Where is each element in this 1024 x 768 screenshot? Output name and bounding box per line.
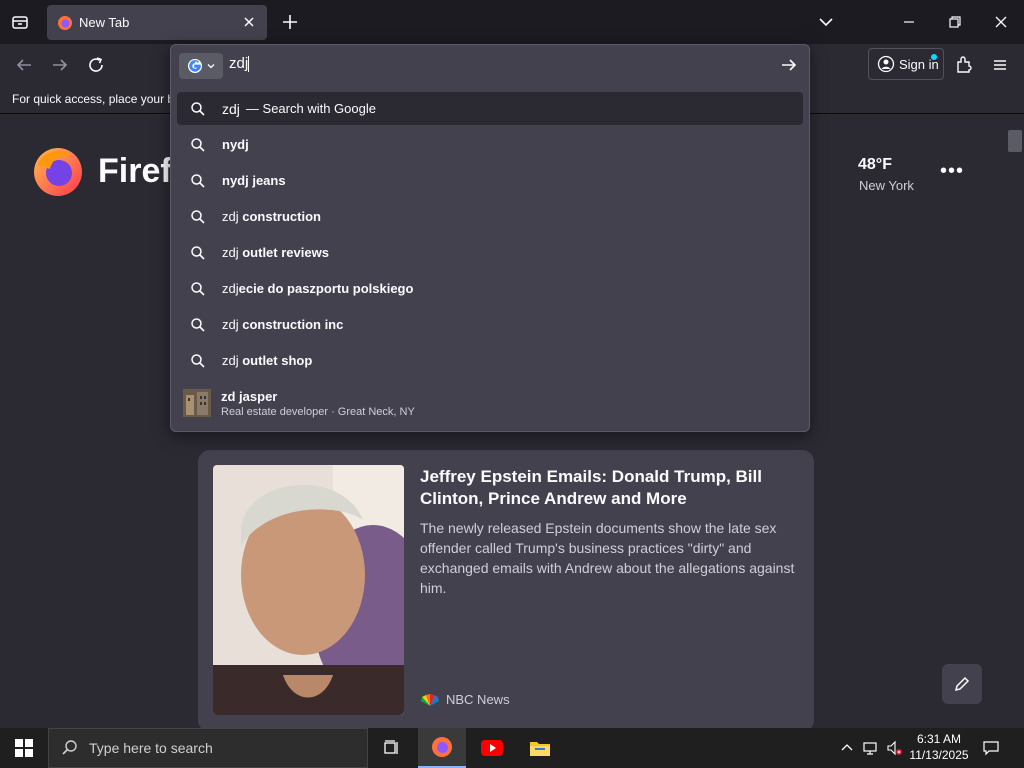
- suggestion-completion: construction: [242, 209, 321, 224]
- suggestion-title: zd jasper: [221, 388, 278, 404]
- reload-icon[interactable]: [85, 54, 107, 76]
- suggestion-item[interactable]: zdj construction: [177, 200, 803, 233]
- tab-new-tab[interactable]: New Tab: [47, 5, 267, 40]
- suggestion-item[interactable]: zdj outlet reviews: [177, 236, 803, 269]
- suggestion-completion: construction inc: [242, 317, 344, 332]
- folder-icon: [530, 742, 550, 756]
- clock-date: 11/13/2025: [909, 748, 969, 762]
- firefox-icon: [432, 737, 452, 757]
- youtube-icon: [481, 740, 503, 756]
- url-input[interactable]: zdj: [229, 55, 250, 73]
- bookmarks-hint: For quick access, place your bo: [12, 92, 181, 106]
- edit-button[interactable]: [942, 664, 982, 704]
- taskbar-search-placeholder: Type here to search: [89, 740, 213, 756]
- chevron-up-icon[interactable]: [839, 740, 855, 756]
- task-view-icon: [384, 740, 398, 754]
- urlbar-popup: zdj zdj — Search with Google nydj nydj j…: [170, 44, 810, 432]
- nbc-peacock-icon: [421, 693, 439, 706]
- menu-icon[interactable]: [989, 54, 1011, 76]
- close-window-icon[interactable]: [991, 12, 1011, 32]
- text-caret: [248, 56, 250, 73]
- search-icon: [191, 173, 205, 188]
- minimize-icon[interactable]: [899, 12, 919, 32]
- suggestion-hint: — Search with Google: [245, 101, 376, 116]
- close-tab-icon[interactable]: [241, 14, 257, 30]
- network-icon[interactable]: [862, 740, 878, 756]
- suggestion-subtitle: Real estate developer · Great Neck, NY: [221, 405, 415, 418]
- restore-icon[interactable]: [945, 12, 965, 32]
- pencil-icon: [954, 676, 970, 692]
- suggestion-completion: ecie do paszportu polskiego: [238, 281, 414, 296]
- suggestion-typed: zdj: [222, 245, 243, 260]
- weather-temperature[interactable]: 48°F: [858, 156, 892, 174]
- suggestion-item[interactable]: zdj construction inc: [177, 308, 803, 341]
- firefox-logo-icon: [34, 148, 82, 196]
- suggestion-typed: zdj: [222, 209, 243, 224]
- search-icon: [191, 137, 205, 152]
- search-engine-button[interactable]: [179, 53, 223, 79]
- taskbar-clock[interactable]: 6:31 AM 11/13/2025: [906, 731, 972, 763]
- windows-taskbar: Type here to search 6:31 AM 11/13/2025: [0, 728, 1024, 768]
- taskbar-search-box[interactable]: Type here to search: [48, 728, 368, 768]
- firefox-favicon-icon: [58, 15, 72, 30]
- volume-muted-icon[interactable]: [886, 740, 902, 756]
- url-input-value: zdj: [229, 55, 249, 72]
- suggestion-rich-result[interactable]: zd jasper Real estate developer · Great …: [177, 383, 803, 423]
- search-icon: [191, 101, 205, 116]
- back-arrow-icon[interactable]: [13, 54, 35, 76]
- search-icon: [191, 209, 205, 224]
- story-card[interactable]: Jeffrey Epstein Emails: Donald Trump, Bi…: [198, 450, 814, 728]
- suggestion-search-with-google[interactable]: zdj — Search with Google: [177, 92, 803, 125]
- suggestion-item[interactable]: nydj jeans: [177, 164, 803, 197]
- search-icon: [62, 740, 77, 755]
- taskbar-firefox[interactable]: [418, 728, 466, 768]
- weather-more-icon[interactable]: •••: [940, 160, 964, 183]
- forward-arrow-icon[interactable]: [49, 54, 71, 76]
- suggestion-item[interactable]: zdj outlet shop: [177, 344, 803, 377]
- suggestion-typed: zdj: [222, 317, 243, 332]
- scrollbar-thumb[interactable]: [1008, 130, 1022, 152]
- taskbar-file-explorer[interactable]: [516, 728, 564, 768]
- notifications-icon[interactable]: [983, 740, 999, 756]
- story-image: [213, 465, 404, 715]
- suggestion-completion: nydj: [222, 137, 249, 152]
- story-source-name: NBC News: [446, 692, 510, 707]
- story-excerpt: The newly released Epstein documents sho…: [420, 520, 795, 596]
- account-icon: [877, 55, 895, 73]
- story-headline[interactable]: Jeffrey Epstein Emails: Donald Trump, Bi…: [420, 466, 780, 510]
- suggestion-completion: outlet shop: [242, 353, 313, 368]
- suggestion-typed: zdj: [222, 353, 243, 368]
- taskbar-youtube[interactable]: [468, 728, 516, 768]
- task-view-button[interactable]: [368, 728, 416, 768]
- windows-logo-icon: [15, 739, 33, 757]
- search-icon: [191, 353, 205, 368]
- suggestion-completion: outlet reviews: [242, 245, 329, 260]
- story-source: NBC News: [420, 692, 510, 707]
- firefox-view-button[interactable]: [8, 10, 32, 34]
- notification-dot: [931, 54, 937, 60]
- google-icon: [187, 59, 202, 73]
- firefox-view-icon: [12, 16, 28, 29]
- tab-strip: New Tab: [0, 0, 1024, 44]
- weather-location[interactable]: New York: [859, 178, 914, 193]
- clock-time: 6:31 AM: [916, 732, 962, 746]
- suggestion-item[interactable]: zdj ecie do paszportu polskiego: [177, 272, 803, 305]
- extensions-icon[interactable]: [953, 54, 975, 76]
- go-arrow-icon[interactable]: [779, 55, 799, 75]
- search-icon: [191, 281, 205, 296]
- search-icon: [191, 317, 205, 332]
- building-thumbnail-icon: [183, 389, 211, 417]
- page-scrollbar[interactable]: [1006, 114, 1024, 728]
- suggestion-typed: zdj: [222, 100, 240, 117]
- chevron-down-icon: [207, 64, 214, 69]
- new-tab-icon[interactable]: [280, 12, 300, 32]
- suggestion-typed: zdj: [222, 281, 239, 296]
- suggestion-item[interactable]: nydj: [177, 128, 803, 161]
- start-button[interactable]: [0, 728, 48, 768]
- chevron-down-icon[interactable]: [816, 12, 836, 32]
- suggestion-completion: nydj jeans: [222, 173, 286, 188]
- sign-in-button[interactable]: Sign in: [868, 48, 944, 80]
- search-icon: [191, 245, 205, 260]
- tab-title: New Tab: [79, 15, 130, 30]
